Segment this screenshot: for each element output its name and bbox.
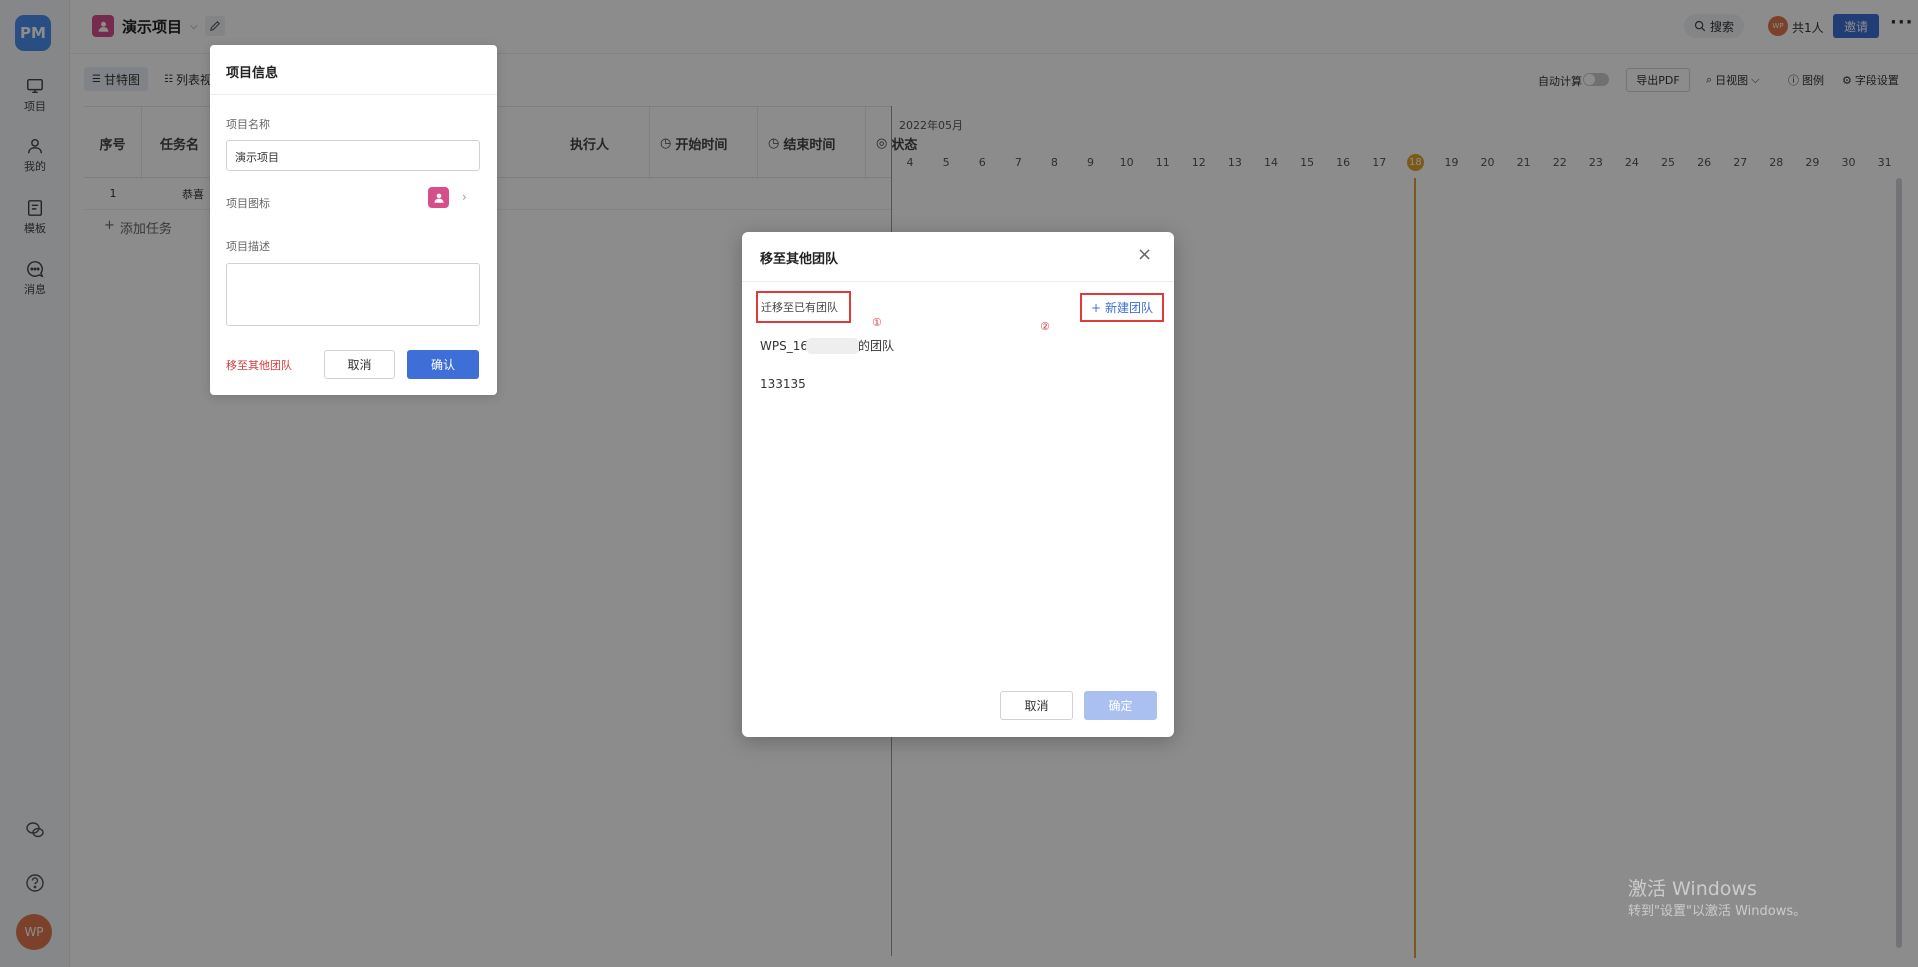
move-team-link[interactable]: 移至其他团队 xyxy=(226,357,292,373)
annotation-marker-2: ② xyxy=(1040,320,1050,333)
project-icon-label: 项目图标 xyxy=(226,197,270,210)
project-name-label: 项目名称 xyxy=(226,118,270,131)
dialog-title: 移至其他团队 xyxy=(760,252,839,267)
annotation-marker-1: ① xyxy=(872,316,882,329)
project-icon-picker[interactable] xyxy=(428,187,449,208)
confirm-button[interactable]: 确认 xyxy=(407,350,479,379)
dialog-cancel-button[interactable]: 取消 xyxy=(1000,691,1073,720)
move-team-dialog: 移至其他团队 × 迁移至已有团队 ① ② + 新建团队 WPS_16 的团队 13… xyxy=(742,232,1174,737)
panel-title: 项目信息 xyxy=(226,66,279,81)
windows-watermark-title: 激活 Windows xyxy=(1628,878,1757,900)
project-desc-label: 项目描述 xyxy=(226,240,270,253)
team-name: 133135 xyxy=(760,377,806,391)
cancel-button[interactable]: 取消 xyxy=(324,350,395,379)
project-desc-input[interactable] xyxy=(226,263,480,326)
new-team-button[interactable]: + 新建团队 xyxy=(1080,293,1164,322)
team-name-suffix: 的团队 xyxy=(858,339,895,353)
redacted-blur xyxy=(806,337,860,354)
list-item[interactable]: WPS_16 的团队 xyxy=(760,337,894,354)
plus-icon: + xyxy=(1090,300,1102,315)
close-icon[interactable]: × xyxy=(1137,244,1152,265)
project-info-panel: 项目信息 项目名称 演示项目 项目图标 › 项目描述 移至其他团队 取消 确认 xyxy=(210,45,497,395)
chevron-right-icon[interactable]: › xyxy=(462,190,467,204)
existing-team-section-label: 迁移至已有团队 xyxy=(756,291,851,323)
windows-watermark-subtitle: 转到"设置"以激活 Windows。 xyxy=(1628,904,1807,919)
team-name-prefix: WPS_16 xyxy=(760,338,808,353)
project-name-input[interactable]: 演示项目 xyxy=(226,140,480,171)
dialog-confirm-button[interactable]: 确定 xyxy=(1084,691,1157,720)
section-label-text: 迁移至已有团队 xyxy=(761,301,838,314)
new-team-label: 新建团队 xyxy=(1105,301,1154,315)
list-item[interactable]: 133135 xyxy=(760,377,806,391)
